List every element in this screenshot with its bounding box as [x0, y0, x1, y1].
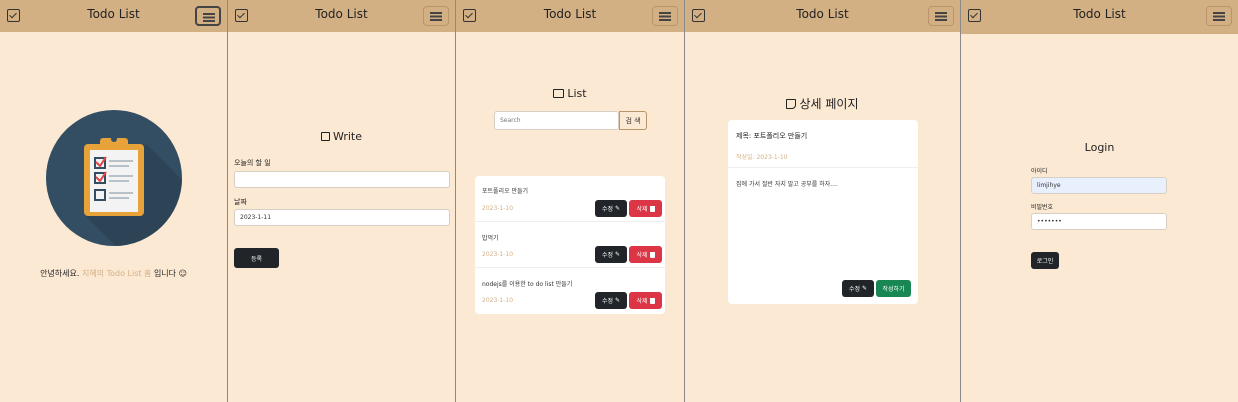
- delete-button-label: 삭제: [636, 206, 648, 213]
- greeting-text: 안녕하세요. 지혜의 Todo List 홈 입니다 ☺: [0, 268, 227, 279]
- detail-date: 작성일: 2023-1-10: [736, 154, 788, 161]
- login-screen: Todo List Login 아이디 limjihye 비밀번호 ••••••…: [961, 0, 1238, 402]
- navbar-title[interactable]: Todo List: [0, 7, 227, 21]
- menu-toggle-button[interactable]: [928, 6, 954, 26]
- detail-heading: 상세 페이지: [685, 95, 960, 112]
- navbar: Todo List: [685, 0, 960, 32]
- navbar-title[interactable]: Todo List: [685, 7, 960, 21]
- menu-toggle-button[interactable]: [1206, 6, 1232, 26]
- hamburger-icon: [1213, 12, 1225, 14]
- trash-icon: [649, 297, 655, 304]
- list-card-icon: [553, 89, 565, 98]
- password-label: 비밀번호: [1031, 204, 1054, 211]
- pencil-icon: ✎: [862, 285, 868, 292]
- navbar: Todo List: [228, 0, 455, 32]
- edit-button-label: 수정: [601, 298, 613, 305]
- todo-input[interactable]: [234, 171, 450, 188]
- navbar: Todo List: [961, 0, 1238, 34]
- detail-screen: Todo List 상세 페이지 제목: 포트폴리오 만들기 작성일: 2023…: [685, 0, 961, 402]
- divider: [475, 267, 665, 268]
- list-item-title[interactable]: 밥먹기: [482, 233, 499, 242]
- divider: [475, 221, 665, 222]
- edit-button-label: 수정: [601, 206, 613, 213]
- greeting-name: 지혜의 Todo List 홈: [81, 269, 152, 278]
- list-item-title[interactable]: nodejs를 이용한 to do list 만들기: [482, 279, 572, 288]
- search-input[interactable]: Search: [494, 111, 619, 130]
- write-heading: Write: [228, 130, 455, 143]
- list-heading: List: [456, 87, 684, 100]
- todo-list: 포트폴리오 만들기 2023-1-10 수정 ✎ 삭제 밥먹기 2023-1-10…: [475, 176, 665, 314]
- greeting-prefix: 안녕하세요.: [40, 269, 82, 278]
- pencil-icon: ✎: [615, 251, 621, 258]
- list-item-title[interactable]: 포트폴리오 만들기: [482, 186, 528, 195]
- id-input[interactable]: limjihye: [1031, 177, 1167, 194]
- menu-toggle-button[interactable]: [652, 6, 678, 26]
- search-button[interactable]: 검 색: [619, 111, 647, 130]
- navbar-title[interactable]: Todo List: [228, 7, 455, 21]
- edit-button[interactable]: 수정 ✎: [595, 246, 627, 263]
- list-heading-text: List: [567, 87, 587, 100]
- login-heading: Login: [1084, 141, 1115, 154]
- clipboard-illustration: [46, 110, 182, 246]
- delete-button[interactable]: 삭제: [629, 246, 662, 263]
- hamburger-icon: [659, 12, 671, 14]
- sticky-note-icon: [786, 99, 797, 109]
- hamburger-icon: [203, 13, 215, 15]
- menu-toggle-button[interactable]: [195, 6, 221, 26]
- write-button[interactable]: 작성하기: [876, 280, 911, 297]
- list-item-date: 2023-1-10: [482, 297, 514, 304]
- edit-button-label: 수정: [848, 286, 860, 293]
- edit-button-label: 수정: [601, 252, 613, 259]
- menu-toggle-button[interactable]: [423, 6, 449, 26]
- edit-button[interactable]: 수정 ✎: [842, 280, 874, 297]
- write-screen: Todo List Write 오늘의 할 일 날짜 2023-1-11 등록: [228, 0, 456, 402]
- edit-button[interactable]: 수정 ✎: [595, 292, 627, 309]
- hamburger-icon: [430, 12, 442, 14]
- pencil-icon: ✎: [615, 297, 621, 304]
- pencil-square-icon: [320, 132, 330, 141]
- date-label: 날짜: [234, 198, 247, 206]
- list-item-date: 2023-1-10: [482, 205, 514, 212]
- pencil-icon: ✎: [615, 205, 621, 212]
- trash-icon: [649, 205, 655, 212]
- navbar: Todo List: [456, 0, 684, 32]
- navbar: Todo List: [0, 0, 227, 32]
- delete-button[interactable]: 삭제: [629, 200, 662, 217]
- delete-button[interactable]: 삭제: [629, 292, 662, 309]
- edit-button[interactable]: 수정 ✎: [595, 200, 627, 217]
- navbar-title[interactable]: Todo List: [456, 7, 684, 21]
- login-button[interactable]: 로그인: [1031, 252, 1059, 269]
- trash-icon: [649, 251, 655, 258]
- divider: [728, 167, 918, 168]
- submit-button[interactable]: 등록: [234, 248, 279, 268]
- todo-label: 오늘의 할 일: [234, 159, 271, 167]
- id-label: 아이디: [1031, 168, 1048, 175]
- list-screen: Todo List List Search 검 색 포트폴리오 만들기 2023…: [456, 0, 685, 402]
- detail-heading-text: 상세 페이지: [799, 97, 859, 111]
- password-input[interactable]: •••••••: [1031, 213, 1167, 230]
- detail-title: 제목: 포트폴리오 만들기: [736, 132, 808, 140]
- list-item-date: 2023-1-10: [482, 251, 514, 258]
- delete-button-label: 삭제: [636, 252, 648, 259]
- detail-card: 제목: 포트폴리오 만들기 작성일: 2023-1-10 집에 가서 절반 자지…: [728, 120, 918, 304]
- hamburger-icon: [935, 12, 947, 14]
- navbar-title[interactable]: Todo List: [961, 7, 1238, 21]
- home-screen: Todo List 안녕하세요. 지혜의 Todo List 홈 입니다 ☺: [0, 0, 228, 402]
- delete-button-label: 삭제: [636, 298, 648, 305]
- write-heading-text: Write: [332, 130, 363, 143]
- detail-body: 집에 가서 절반 자지 말고 공부를 하자....: [736, 181, 838, 188]
- greeting-suffix: 입니다 ☺: [151, 269, 187, 278]
- date-input[interactable]: 2023-1-11: [234, 209, 450, 226]
